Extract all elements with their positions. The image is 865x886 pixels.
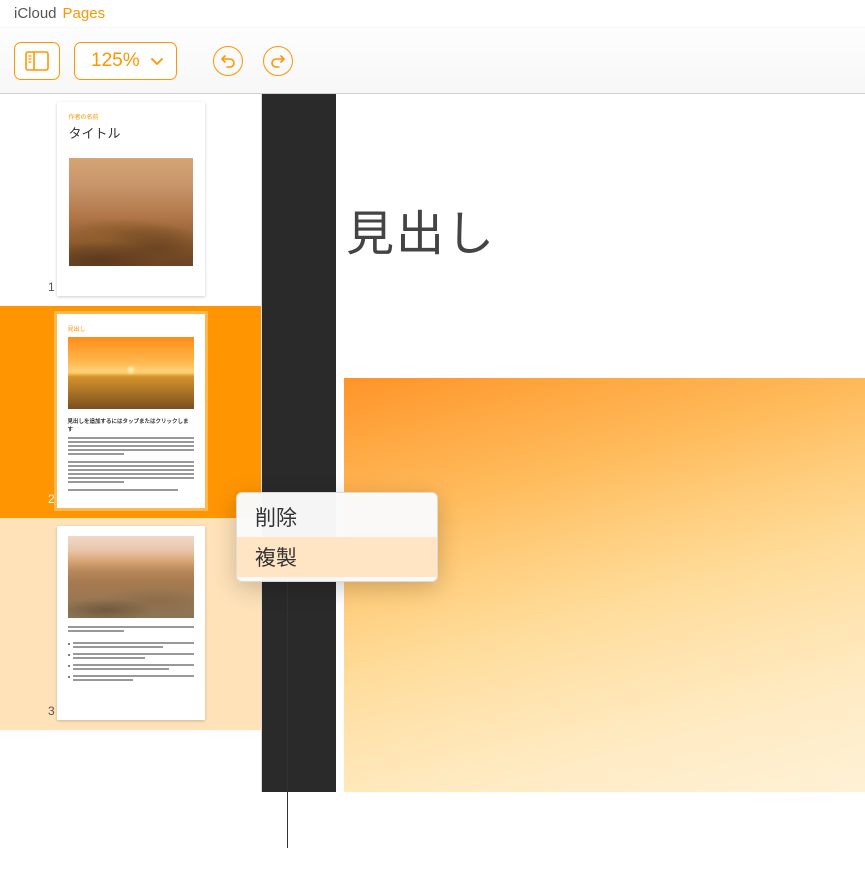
page-number: 1: [48, 280, 55, 294]
page-heading-text[interactable]: 見出し: [346, 194, 496, 264]
author-label: 作者の名前: [69, 112, 193, 121]
document-page[interactable]: 見出し: [336, 94, 865, 792]
heading-label: 見出し: [68, 324, 194, 333]
subheading-label: 見出しを追加するにはタップまたはクリックします: [68, 417, 194, 433]
undo-icon: [220, 53, 236, 69]
zoom-value: 125%: [91, 50, 140, 72]
icloud-label: iCloud: [14, 5, 57, 22]
menu-item-duplicate[interactable]: 複製: [237, 537, 437, 577]
thumbnail-image: [68, 337, 194, 409]
page-number: 3: [48, 704, 55, 718]
toolbar: 125%: [0, 28, 865, 94]
sidebar-icon: [25, 51, 49, 71]
page-thumbnail-3[interactable]: 3: [0, 518, 261, 730]
title-label: タイトル: [69, 123, 193, 142]
callout-line: [287, 568, 288, 848]
body-text-preview: [68, 626, 194, 683]
page-number: 2: [48, 492, 55, 506]
document-canvas[interactable]: 見出し: [262, 94, 865, 792]
context-menu: 削除 複製: [236, 492, 438, 582]
page-thumbnail-2[interactable]: 見出し 見出しを追加するにはタップまたはクリックします 2: [0, 306, 261, 518]
view-toggle-button[interactable]: [14, 42, 60, 80]
redo-icon: [270, 53, 286, 69]
zoom-dropdown[interactable]: 125%: [74, 42, 177, 80]
page-hero-image[interactable]: [344, 378, 865, 792]
app-name-label: Pages: [63, 5, 106, 22]
page-thumbnails-sidebar[interactable]: 作者の名前 タイトル 1 見出し 見出しを追加するにはタップまたはクリックします: [0, 94, 262, 792]
main-area: 作者の名前 タイトル 1 見出し 見出しを追加するにはタップまたはクリックします: [0, 94, 865, 792]
undo-button[interactable]: [213, 46, 243, 76]
redo-button[interactable]: [263, 46, 293, 76]
titlebar: iCloud Pages: [0, 0, 865, 28]
footer-blank: [0, 792, 865, 886]
thumbnail-content: 見出し 見出しを追加するにはタップまたはクリックします: [57, 314, 205, 508]
menu-item-delete[interactable]: 削除: [237, 497, 437, 537]
chevron-down-icon: [150, 56, 164, 66]
body-text-preview: [68, 437, 194, 491]
thumbnail-content: 作者の名前 タイトル: [57, 102, 205, 296]
thumbnail-image: [68, 536, 194, 618]
thumbnail-content: [57, 526, 205, 720]
thumbnail-image: [69, 158, 193, 266]
page-thumbnail-1[interactable]: 作者の名前 タイトル 1: [0, 94, 261, 306]
